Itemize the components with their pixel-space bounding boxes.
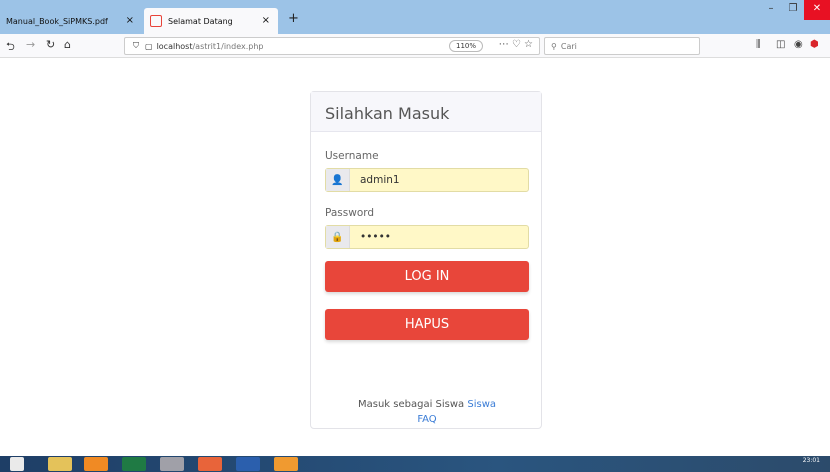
paint-icon[interactable] (160, 457, 184, 471)
url-bar[interactable]: ⛉ ▢ localhost/astrit1/index.php 110% ⋯ ♡… (124, 37, 540, 55)
nav-bar: ⮌ → ↻ ⌂ ⛉ ▢ localhost/astrit1/index.php … (0, 34, 830, 58)
url-path: /astrit1/index.php (192, 41, 264, 51)
card-title: Silahkan Masuk (311, 92, 541, 132)
login-card: Silahkan Masuk Username 👤 admin1 Passwor… (310, 91, 542, 429)
minimize-button[interactable]: – (760, 0, 782, 20)
home-icon[interactable]: ⌂ (64, 38, 71, 51)
tab-selamat-datang[interactable]: Selamat Datang × (144, 8, 278, 34)
tab-label: Selamat Datang (168, 16, 233, 26)
clock: 23:01 (802, 457, 820, 464)
search-placeholder: Cari (560, 41, 577, 51)
maximize-button[interactable]: ❐ (782, 0, 804, 20)
tab-manual-book[interactable]: Manual_Book_SiPMKS.pdf × (0, 8, 142, 34)
faq-link[interactable]: FAQ (417, 414, 436, 425)
username-field[interactable]: 👤 admin1 (325, 168, 529, 192)
extension-shield-icon[interactable]: ⬢ (810, 39, 819, 50)
siswa-link[interactable]: Siswa (467, 399, 496, 410)
new-tab-button[interactable]: + (288, 11, 299, 26)
faq-row: FAQ (311, 414, 543, 425)
username-value: admin1 (360, 174, 400, 186)
url-host: localhost (156, 41, 193, 51)
footer-text: Masuk sebagai Siswa (357, 399, 465, 410)
search-icon: ⚲ (551, 41, 557, 51)
zoom-badge[interactable]: 110% (448, 40, 483, 52)
sidebar-icon[interactable]: ◫ (776, 39, 785, 50)
file-explorer-icon[interactable] (48, 457, 72, 471)
clear-button[interactable]: HAPUS (325, 309, 529, 340)
word-icon[interactable] (236, 457, 260, 471)
login-button[interactable]: LOG IN (325, 261, 529, 292)
footer-text-row: Masuk sebagai Siswa Siswa (311, 399, 543, 410)
username-label: Username (325, 150, 379, 162)
account-icon[interactable]: ◉ (794, 39, 803, 50)
reload-icon[interactable]: ↻ (46, 38, 55, 51)
xampp-icon[interactable] (198, 457, 222, 471)
tab-label: Manual_Book_SiPMKS.pdf (6, 16, 108, 26)
window-controls: – ❐ ✕ (760, 0, 830, 20)
back-icon[interactable]: ⮌ (6, 38, 15, 57)
password-field[interactable]: 🔒 ••••• (325, 225, 529, 249)
tab-bar: Manual_Book_SiPMKS.pdf × Selamat Datang … (0, 0, 830, 34)
user-icon: 👤 (326, 169, 350, 191)
firefox-icon[interactable] (84, 457, 108, 471)
sublime-icon[interactable] (274, 457, 298, 471)
password-value: ••••• (360, 231, 391, 243)
windows-start-icon[interactable] (10, 457, 24, 471)
lock-icon: 🔒 (326, 226, 350, 248)
close-tab-icon[interactable]: × (126, 15, 134, 26)
favicon-icon (150, 15, 162, 27)
shield-icon: ⛉ (133, 41, 139, 50)
forward-icon[interactable]: → (26, 38, 35, 51)
library-icon[interactable]: ⫼ (756, 39, 761, 50)
search-input[interactable]: ⚲ Cari (544, 37, 700, 55)
page-icon: ▢ (145, 41, 153, 51)
close-tab-icon[interactable]: × (262, 15, 270, 26)
close-window-button[interactable]: ✕ (804, 0, 830, 20)
excel-icon[interactable] (122, 457, 146, 471)
taskbar: 23:01 (0, 456, 830, 472)
password-label: Password (325, 207, 375, 219)
page-actions-icon[interactable]: ⋯ ♡ ☆ (499, 39, 533, 50)
